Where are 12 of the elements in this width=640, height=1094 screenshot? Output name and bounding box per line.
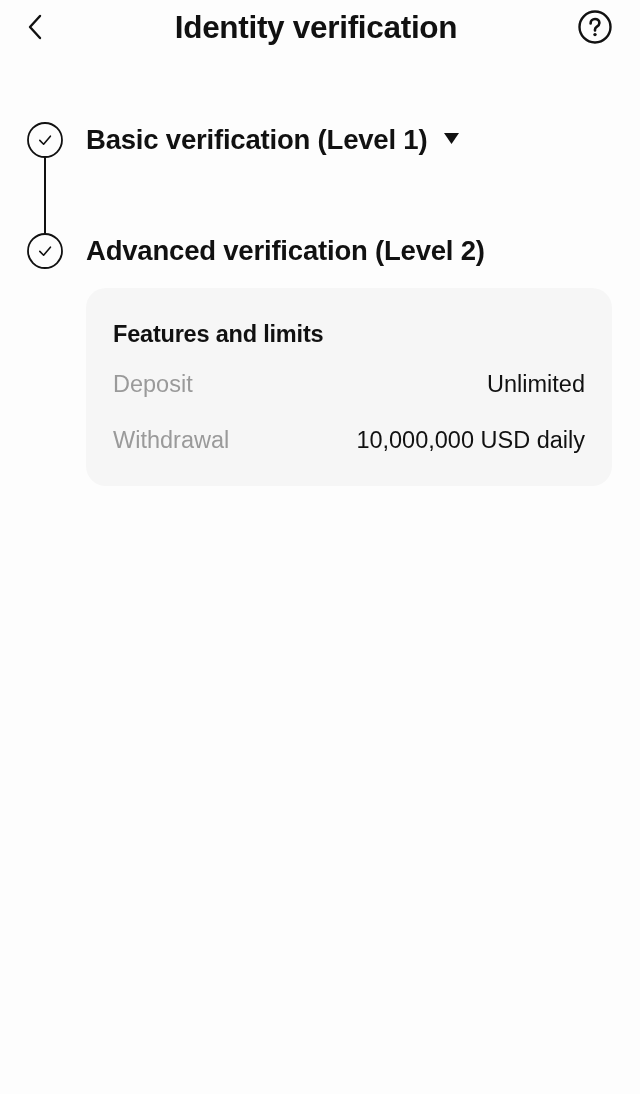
step-title[interactable]: Advanced verification (Level 2) — [86, 234, 485, 268]
back-icon — [28, 14, 42, 40]
help-icon — [578, 10, 612, 44]
limit-value: 10,000,000 USD daily — [356, 426, 585, 455]
limit-label: Withdrawal — [113, 426, 230, 455]
step-title[interactable]: Basic verification (Level 1) — [86, 123, 428, 157]
limit-value: Unlimited — [487, 370, 585, 399]
page-title: Identity verification — [174, 8, 458, 46]
card-heading: Features and limits — [113, 320, 325, 349]
caret-icon[interactable] — [444, 133, 460, 144]
limit-label: Deposit — [113, 370, 193, 399]
help-button[interactable] — [578, 10, 612, 44]
